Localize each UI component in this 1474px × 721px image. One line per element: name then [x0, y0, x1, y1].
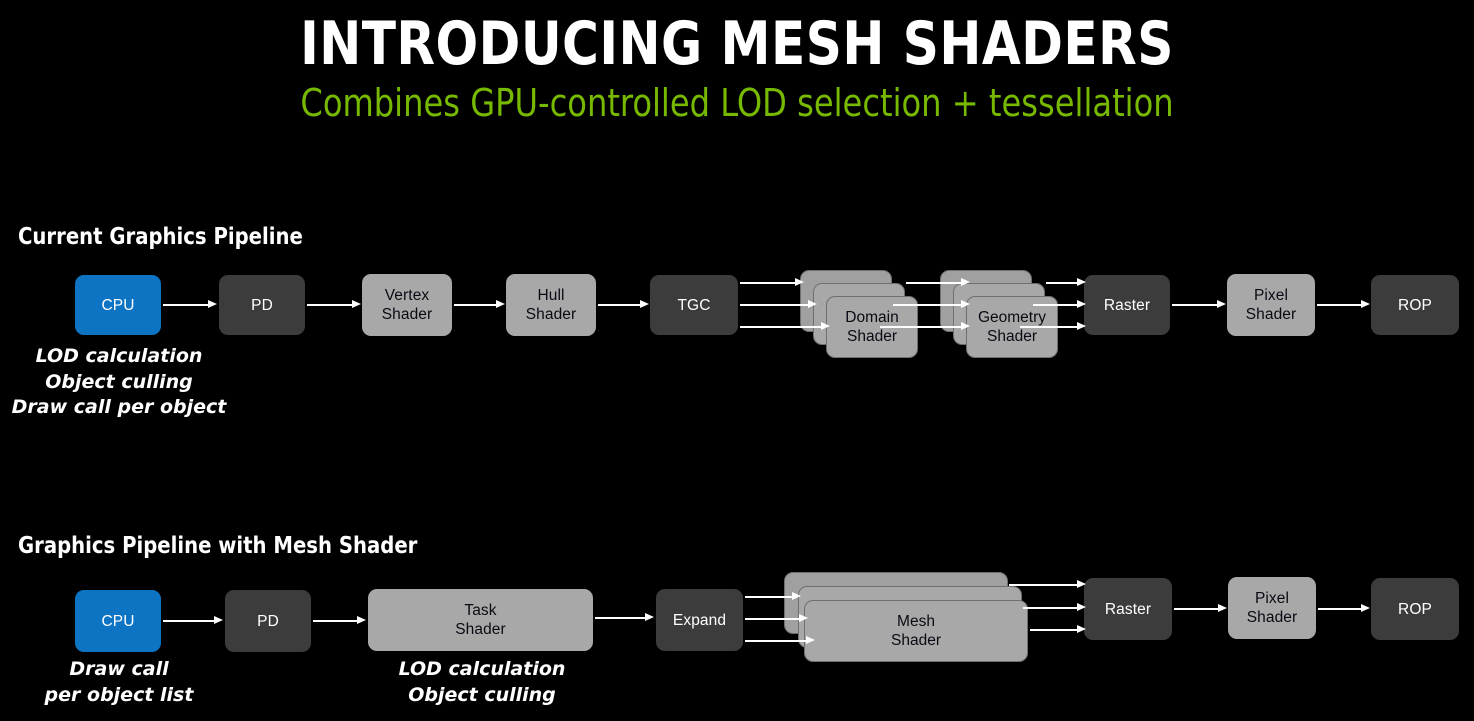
arrow-raster-to-pixel-current	[1172, 300, 1226, 309]
slide-canvas: INTRODUCING MESH SHADERS Combines GPU-co…	[0, 0, 1474, 721]
arrow-tgc-to-domain-1	[740, 278, 804, 287]
node-raster-mesh[interactable]: Raster	[1084, 578, 1172, 640]
node-vertex-shader[interactable]: Vertex Shader	[362, 274, 452, 336]
arrow-cpu-to-pd-current	[163, 300, 217, 309]
section-heading-mesh: Graphics Pipeline with Mesh Shader	[18, 533, 418, 559]
arrow-cpu-to-pd-mesh	[163, 616, 223, 625]
node-pixel-shader-mesh[interactable]: Pixel Shader	[1228, 577, 1316, 639]
mesh-shader-layer-front: Mesh Shader	[804, 600, 1028, 662]
node-task-shader[interactable]: Task Shader	[368, 589, 593, 651]
caption-cpu-current: LOD calculation Object culling Draw call…	[11, 345, 227, 418]
arrow-tgc-to-domain-2	[740, 300, 817, 309]
arrow-expand-to-mesh-3	[745, 636, 815, 645]
arrow-domain-to-geometry-3	[880, 322, 970, 331]
arrow-geometry-to-raster-2	[1033, 300, 1086, 309]
node-cpu-current[interactable]: CPU	[75, 275, 161, 335]
arrow-expand-to-mesh-1	[745, 592, 801, 601]
arrow-geometry-to-raster-3	[1020, 322, 1086, 331]
arrow-mesh-to-raster-2	[1023, 603, 1086, 612]
arrow-pixel-to-rop-mesh	[1318, 604, 1370, 613]
section-heading-current: Current Graphics Pipeline	[18, 224, 303, 250]
node-mesh-shader-stack[interactable]: Mesh Shader	[784, 572, 1030, 672]
arrow-tgc-to-domain-3	[740, 322, 830, 331]
node-rop-mesh[interactable]: ROP	[1371, 578, 1459, 640]
node-pd-current[interactable]: PD	[219, 275, 305, 335]
node-tgc[interactable]: TGC	[650, 275, 738, 335]
page-title: INTRODUCING MESH SHADERS	[300, 9, 1174, 79]
page-subtitle: Combines GPU-controlled LOD selection + …	[300, 81, 1174, 125]
node-raster-current[interactable]: Raster	[1084, 275, 1170, 335]
node-expand[interactable]: Expand	[656, 589, 743, 651]
arrow-domain-to-geometry-2	[893, 300, 970, 309]
arrow-raster-to-pixel-mesh	[1174, 604, 1227, 613]
arrow-geometry-to-raster-1	[1046, 278, 1086, 287]
arrow-expand-to-mesh-2	[745, 614, 808, 623]
node-rop-current[interactable]: ROP	[1371, 275, 1459, 335]
arrow-hull-to-tgc	[598, 300, 649, 309]
arrow-task-to-expand	[595, 613, 654, 622]
arrow-pd-to-task	[313, 616, 366, 625]
caption-cpu-mesh: Draw call per object list	[44, 658, 194, 706]
arrow-vertex-to-hull	[454, 300, 505, 309]
node-domain-shader-stack[interactable]: Domain Shader	[800, 270, 918, 370]
node-cpu-mesh[interactable]: CPU	[75, 590, 161, 652]
arrow-mesh-to-raster-1	[1009, 580, 1086, 589]
arrow-mesh-to-raster-3	[1030, 625, 1086, 634]
node-hull-shader[interactable]: Hull Shader	[506, 274, 596, 336]
arrow-pd-to-vertex	[307, 300, 361, 309]
caption-task-shader: LOD calculation Object culling	[398, 658, 566, 706]
node-pd-mesh[interactable]: PD	[225, 590, 311, 652]
arrow-pixel-to-rop-current	[1317, 300, 1370, 309]
node-pixel-shader-current[interactable]: Pixel Shader	[1227, 274, 1315, 336]
arrow-domain-to-geometry-1	[906, 278, 970, 287]
